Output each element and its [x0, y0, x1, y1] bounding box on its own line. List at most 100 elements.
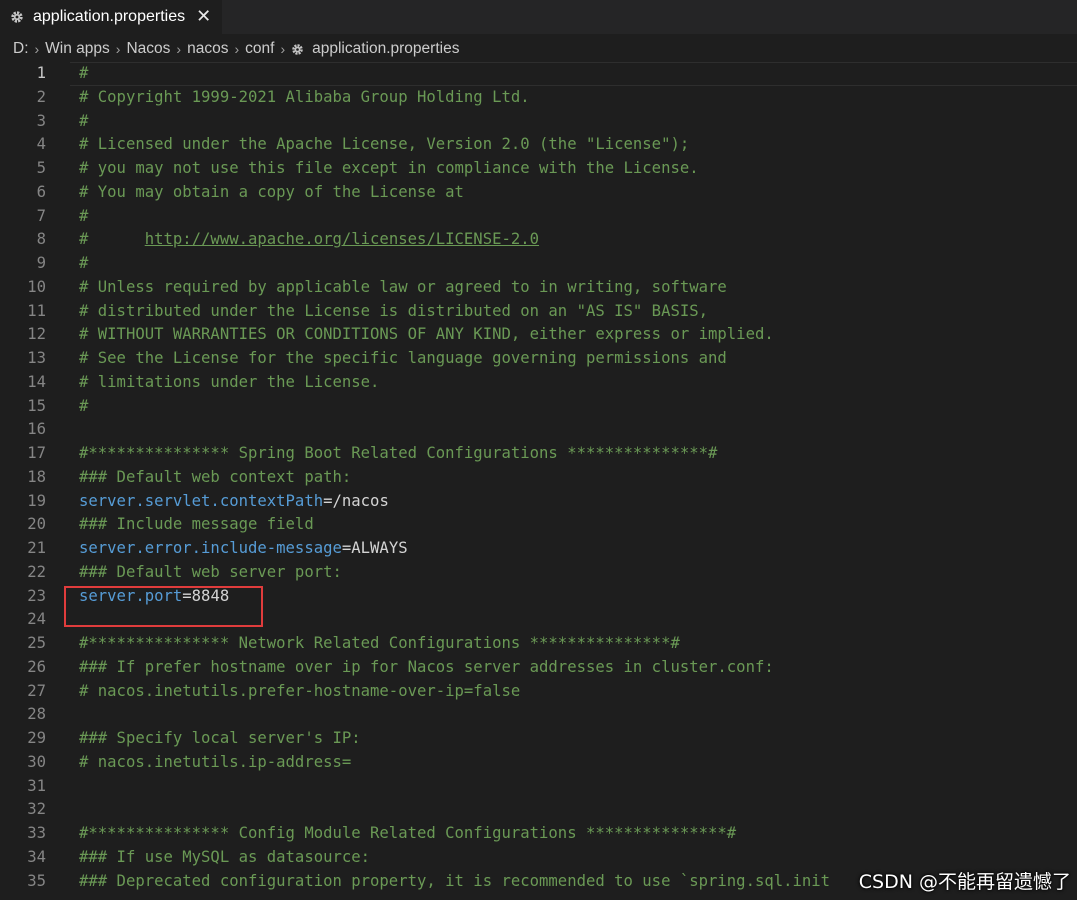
comment-text: #: [79, 64, 89, 82]
comment-text: ### Default web server port:: [79, 562, 342, 581]
line-number: 11: [27, 301, 46, 320]
code-text: #: [79, 205, 88, 229]
code-line[interactable]: 1 #: [0, 62, 1077, 86]
code-line[interactable]: 25 #*************** Network Related Confi…: [0, 632, 1077, 656]
code-text: #*************** Spring Boot Related Con…: [79, 442, 717, 466]
comment-text: #: [79, 254, 89, 272]
comment-text: # Copyright 1999-2021 Alibaba Group Hold…: [79, 87, 530, 106]
line-number: 19: [27, 491, 46, 510]
code-line[interactable]: 17 #*************** Spring Boot Related C…: [0, 442, 1077, 466]
breadcrumb-item-win-apps[interactable]: Win apps: [45, 40, 110, 58]
property-key: server.servlet.contextPath: [79, 491, 324, 510]
comment-text: # You may obtain a copy of the License a…: [79, 182, 464, 201]
line-number: 1: [36, 64, 46, 82]
breadcrumb: D: › Win apps › Nacos › nacos › conf › a…: [0, 34, 1077, 64]
line-number: 25: [27, 634, 46, 652]
line-number: 33: [27, 824, 46, 842]
code-text: # WITHOUT WARRANTIES OR CONDITIONS OF AN…: [79, 323, 774, 347]
code-line[interactable]: 6 # You may obtain a copy of the License …: [0, 181, 1077, 205]
line-number: 23: [27, 586, 46, 605]
line-number: 14: [27, 372, 46, 391]
breadcrumb-item-file[interactable]: application.properties: [312, 40, 459, 58]
code-text: ### Default web context path:: [79, 466, 351, 490]
code-line[interactable]: 22 ### Default web server port:: [0, 561, 1077, 585]
code-line[interactable]: 10 # Unless required by applicable law or…: [0, 276, 1077, 300]
code-line[interactable]: 14 # limitations under the License.: [0, 371, 1077, 395]
line-number: 4: [36, 135, 46, 154]
line-number: 21: [27, 539, 46, 557]
equals-sign: =: [323, 491, 333, 510]
code-line[interactable]: 11 # distributed under the License is dis…: [0, 300, 1077, 324]
code-line[interactable]: 16: [0, 418, 1077, 442]
line-number: 5: [36, 159, 46, 177]
comment-text: # See the License for the specific langu…: [79, 349, 727, 367]
code-line[interactable]: 13 # See the License for the specific lan…: [0, 347, 1077, 371]
code-line[interactable]: 31: [0, 775, 1077, 799]
comment-text: #*************** Spring Boot Related Con…: [79, 444, 718, 462]
property-key: server.error.include-message: [79, 539, 342, 557]
close-icon[interactable]: ✕: [196, 8, 211, 26]
code-line[interactable]: 5 # you may not use this file except in c…: [0, 157, 1077, 181]
code-text: ### If use MySQL as datasource:: [79, 846, 370, 870]
code-text: #: [79, 62, 88, 86]
code-line[interactable]: 29 ### Specify local server's IP:: [0, 727, 1077, 751]
line-number: 15: [27, 396, 46, 415]
line-number: 6: [36, 182, 46, 201]
line-number: 27: [27, 681, 46, 700]
line-number: 18: [27, 467, 46, 486]
property-value: ALWAYS: [351, 539, 408, 557]
gear-icon: [292, 43, 303, 55]
comment-text: #: [79, 396, 89, 415]
code-line[interactable]: 4 # Licensed under the Apache License, Ve…: [0, 133, 1077, 157]
code-line[interactable]: 3 #: [0, 110, 1077, 134]
line-number: 30: [27, 752, 46, 771]
chevron-right-icon: ›: [34, 41, 40, 57]
code-text: #*************** Config Module Related C…: [79, 822, 736, 846]
watermark: CSDN @不能再留遗憾了: [858, 871, 1071, 893]
code-line[interactable]: 33 #*************** Config Module Related…: [0, 822, 1077, 846]
code-line[interactable]: 8 # http://www.apache.org/licenses/LICENS…: [0, 228, 1077, 252]
code-line[interactable]: 28: [0, 703, 1077, 727]
chevron-right-icon: ›: [176, 41, 182, 57]
license-link[interactable]: http://www.apache.org/licenses/LICENSE-2…: [145, 230, 539, 248]
comment-text: #*************** Config Module Related C…: [79, 824, 737, 842]
comment-text: ### Specify local server's IP:: [79, 729, 361, 747]
code-line[interactable]: 9 #: [0, 252, 1077, 276]
code-text: #: [79, 110, 88, 134]
comment-text: # nacos.inetutils.prefer-hostname-over-i…: [79, 681, 521, 700]
comment-text: ### If use MySQL as datasource:: [79, 847, 371, 866]
code-line[interactable]: 18 ### Default web context path:: [0, 466, 1077, 490]
property-value: /nacos: [332, 491, 389, 510]
code-text: # See the License for the specific langu…: [79, 347, 727, 371]
code-text: #: [79, 395, 88, 419]
code-text: # http://www.apache.org/licenses/LICENSE…: [79, 228, 539, 252]
code-line[interactable]: 34 ### If use MySQL as datasource:: [0, 846, 1077, 870]
code-line[interactable]: 30 # nacos.inetutils.ip-address=: [0, 751, 1077, 775]
breadcrumb-item-nacos[interactable]: nacos: [187, 40, 228, 58]
code-line[interactable]: 7 #: [0, 205, 1077, 229]
code-line[interactable]: 21 server.error.include-message=ALWAYS: [0, 537, 1077, 561]
breadcrumb-item-nacos-parent[interactable]: Nacos: [126, 40, 170, 58]
code-line[interactable]: 26 ### If prefer hostname over ip for Nac…: [0, 656, 1077, 680]
code-line[interactable]: 2 # Copyright 1999-2021 Alibaba Group Hol…: [0, 86, 1077, 110]
code-text: ### Specify local server's IP:: [79, 727, 361, 751]
line-number: 2: [36, 87, 46, 106]
comment-text: # Licensed under the Apache License, Ver…: [79, 135, 690, 154]
code-line[interactable]: 15 #: [0, 395, 1077, 419]
code-line[interactable]: 32: [0, 798, 1077, 822]
code-editor[interactable]: 1 #2 # Copyright 1999-2021 Alibaba Group H…: [0, 62, 1077, 900]
comment-text: #*************** Network Related Configu…: [79, 634, 680, 652]
line-number: 26: [27, 657, 46, 676]
comment-text: # limitations under the License.: [79, 372, 380, 391]
code-line[interactable]: 19 server.servlet.contextPath=/nacos: [0, 490, 1077, 514]
chevron-right-icon: ›: [280, 41, 286, 57]
line-number: 35: [27, 871, 46, 890]
tab-application-properties[interactable]: application.properties ✕: [0, 0, 222, 34]
code-line[interactable]: 12 # WITHOUT WARRANTIES OR CONDITIONS OF …: [0, 323, 1077, 347]
code-text: ### Deprecated configuration property, i…: [79, 870, 830, 894]
breadcrumb-item-conf[interactable]: conf: [245, 40, 274, 58]
code-line[interactable]: 27 # nacos.inetutils.prefer-hostname-over…: [0, 680, 1077, 704]
breadcrumb-item-drive[interactable]: D:: [13, 40, 29, 58]
line-number: 3: [36, 111, 46, 130]
code-line[interactable]: 20 ### Include message field: [0, 513, 1077, 537]
